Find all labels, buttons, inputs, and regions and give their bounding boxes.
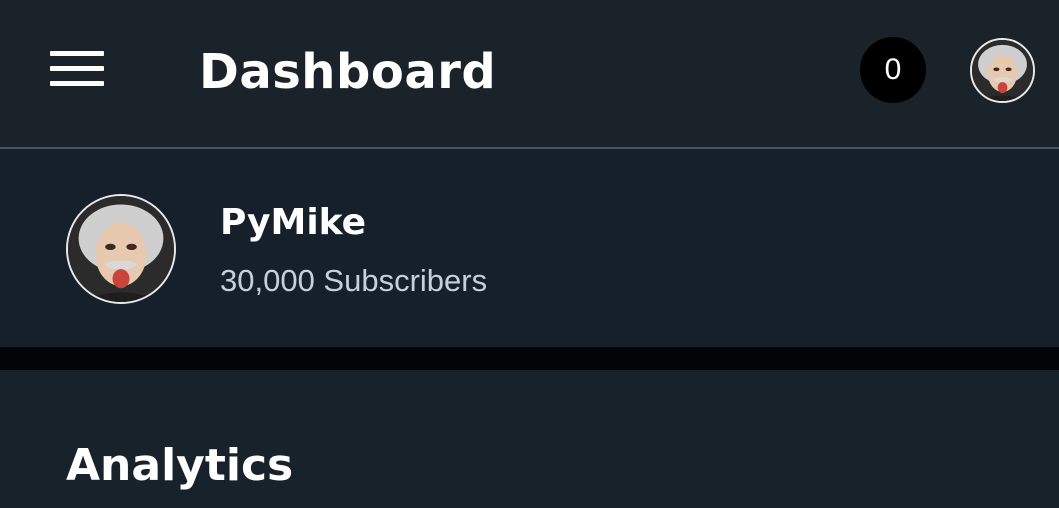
analytics-section: Analytics [0, 370, 1059, 508]
app-header: Dashboard 0 [0, 0, 1059, 149]
section-divider [0, 347, 1059, 370]
header-avatar[interactable] [970, 38, 1035, 103]
profile-section: PyMike 30,000 Subscribers [0, 149, 1059, 347]
profile-name: PyMike [220, 202, 367, 243]
avatar-portrait-image [68, 196, 174, 302]
page-title: Dashboard [199, 44, 497, 100]
notification-badge[interactable]: 0 [860, 37, 926, 103]
subscriber-count: 30,000 Subscribers [220, 263, 488, 298]
analytics-heading: Analytics [66, 440, 294, 491]
avatar-portrait-image [972, 40, 1033, 101]
profile-avatar[interactable] [66, 194, 176, 304]
hamburger-menu-icon[interactable] [50, 51, 104, 87]
